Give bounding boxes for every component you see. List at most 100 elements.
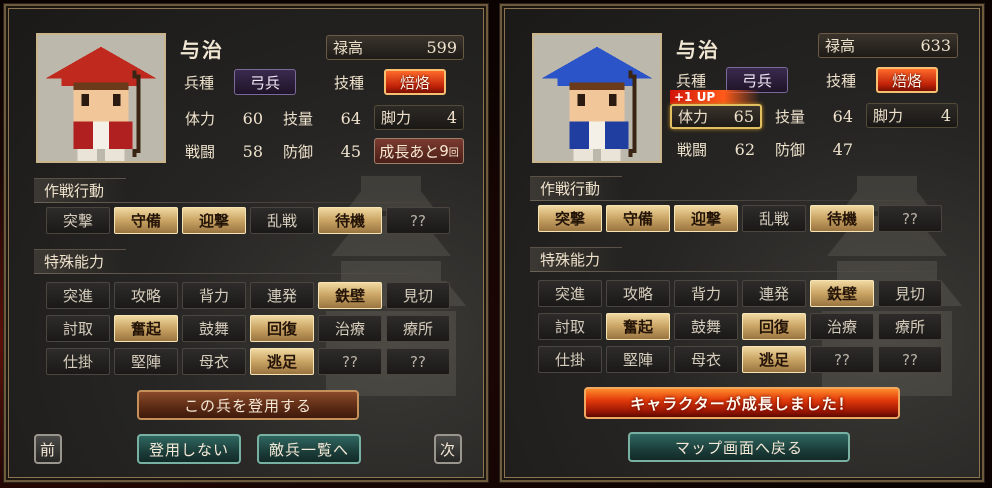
tactic-button-4[interactable]: 乱戦 [250,207,314,234]
ability-cell-4[interactable]: 連発 [742,280,806,307]
stamina-label: 体力 [185,110,216,128]
combat-label: 戦闘 [185,143,216,161]
defense-stat: 防御 45 [276,139,368,164]
stipend-box: 禄高 633 [818,33,958,58]
stipend-label: 禄高 [333,39,364,57]
ability-cell-11[interactable]: 治療 [810,313,874,340]
tactic-button-1[interactable]: 突撃 [46,207,110,234]
tactic-button-2[interactable]: 守備 [114,207,178,234]
tactics-section-title: 作戦行動 [34,178,127,202]
ability-cell-15[interactable]: 母衣 [182,348,246,375]
ability-cell-5[interactable]: 鉄壁 [318,282,382,309]
ability-cell-4[interactable]: 連発 [250,282,314,309]
recruit-panel: 与治 禄高 599 兵種 弓兵 技種 焙烙 体力 60 技量 64 脚力 4 戦… [3,3,489,483]
abilities-section-title: 特殊能力 [34,249,127,273]
ability-cell-9[interactable]: 鼓舞 [674,313,738,340]
skill-value: 64 [340,109,361,128]
ability-cell-2[interactable]: 攻略 [114,282,178,309]
technique-label: 技種 [334,74,365,92]
stipend-value: 633 [920,36,951,55]
recruit-button[interactable]: この兵を登用する [137,390,359,420]
ability-cell-13[interactable]: 仕掛 [538,346,602,373]
ability-cell-15[interactable]: 母衣 [674,346,738,373]
ability-cell-14[interactable]: 堅陣 [114,348,178,375]
stamina-label: 体力 [678,108,709,126]
tactic-button-3[interactable]: 迎撃 [182,207,246,234]
tactic-button-2[interactable]: 守備 [606,205,670,232]
ability-cell-2[interactable]: 攻略 [606,280,670,307]
abilities-divider [34,273,460,274]
stamina-stat: 体力 60 [178,106,270,131]
ability-cell-16[interactable]: 逃足 [742,346,806,373]
defense-label: 防御 [283,143,314,161]
legs-label: 脚力 [381,109,412,127]
legs-value: 4 [446,108,457,127]
abilities-section-title: 特殊能力 [530,247,623,271]
tactic-button-5[interactable]: 待機 [318,207,382,234]
abilities-divider [530,271,956,272]
tactics-section-title: 作戦行動 [530,176,623,200]
ability-cell-7[interactable]: 討取 [538,313,602,340]
tactic-button-1[interactable]: 突撃 [538,205,602,232]
ability-cell-18[interactable]: ?? [878,346,942,373]
ability-cell-12[interactable]: 療所 [386,315,450,342]
stamina-stat: 体力 65 [670,104,762,129]
tactic-button-6[interactable]: ?? [878,205,942,232]
ability-cell-5[interactable]: 鉄壁 [810,280,874,307]
ability-cell-17[interactable]: ?? [810,346,874,373]
ability-cell-18[interactable]: ?? [386,348,450,375]
unit-type-label: 兵種 [184,74,215,92]
legs-stat: 脚力 4 [866,103,958,128]
skill-label: 技量 [775,108,806,126]
stipend-value: 599 [426,38,457,57]
ability-cell-1[interactable]: 突進 [46,282,110,309]
ability-cell-3[interactable]: 背力 [674,280,738,307]
stamina-value: 60 [242,109,263,128]
tactic-button-6[interactable]: ?? [386,207,450,234]
ability-cell-11[interactable]: 治療 [318,315,382,342]
back-to-map-button[interactable]: マップ画面へ戻る [628,432,850,462]
decline-button[interactable]: 登用しない [137,434,241,464]
tactics-divider [34,202,460,203]
archer-sprite-icon [534,35,660,161]
technique-label: 技種 [826,72,857,90]
ability-cell-7[interactable]: 討取 [46,315,110,342]
ability-cell-13[interactable]: 仕掛 [46,348,110,375]
growth-unit: 回 [448,147,459,159]
ability-cell-1[interactable]: 突進 [538,280,602,307]
tactic-button-4[interactable]: 乱戦 [742,205,806,232]
level-up-badge: +1 UP [670,90,760,104]
skill-stat: 技量 64 [276,106,368,131]
ability-cell-3[interactable]: 背力 [182,282,246,309]
growth-label: 成長あと [379,142,440,161]
enemy-list-button[interactable]: 敵兵一覧へ [257,434,361,464]
ability-cell-10[interactable]: 回復 [250,315,314,342]
legs-stat: 脚力 4 [374,105,464,130]
stipend-box: 禄高 599 [326,35,464,60]
ability-cell-10[interactable]: 回復 [742,313,806,340]
combat-stat: 戦闘 58 [178,139,270,164]
ability-cell-8[interactable]: 奮起 [114,315,178,342]
ability-cell-6[interactable]: 見切 [386,282,450,309]
ability-cell-9[interactable]: 鼓舞 [182,315,246,342]
defense-stat: 防御 47 [768,137,860,162]
stipend-label: 禄高 [825,37,856,55]
combat-value: 62 [734,140,755,159]
legs-label: 脚力 [873,107,904,125]
defense-label: 防御 [775,141,806,159]
prev-button[interactable]: 前 [34,434,62,464]
ability-cell-14[interactable]: 堅陣 [606,346,670,373]
tactic-button-5[interactable]: 待機 [810,205,874,232]
tactic-button-3[interactable]: 迎撃 [674,205,738,232]
ability-cell-17[interactable]: ?? [318,348,382,375]
ability-cell-8[interactable]: 奮起 [606,313,670,340]
ability-cell-16[interactable]: 逃足 [250,348,314,375]
growth-result-panel: 与治 禄高 633 兵種 弓兵 技種 焙烙 +1 UP 体力 65 技量 64 … [499,3,985,483]
stamina-value: 65 [733,107,754,126]
ability-cell-6[interactable]: 見切 [878,280,942,307]
next-button[interactable]: 次 [434,434,462,464]
character-portrait [36,33,166,163]
ability-cell-12[interactable]: 療所 [878,313,942,340]
unit-type-label: 兵種 [676,72,707,90]
character-name: 与治 [180,38,224,62]
